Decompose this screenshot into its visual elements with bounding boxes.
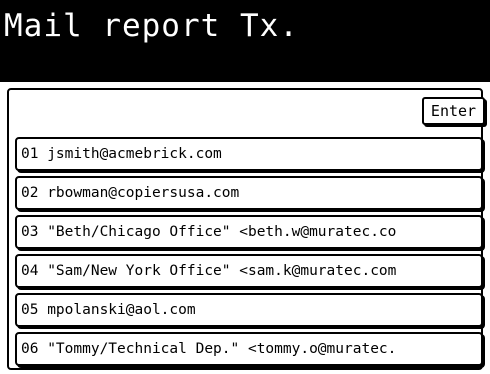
fax-lcd-screen: Mail report Tx. Enter 01 jsmith@acmebric… bbox=[0, 0, 490, 374]
address-entry-label: 02 rbowman@copiersusa.com bbox=[21, 185, 240, 201]
address-entry-04[interactable]: 04 "Sam/New York Office" <sam.k@muratec.… bbox=[15, 254, 483, 288]
enter-button[interactable]: Enter bbox=[422, 97, 485, 125]
address-entry-01[interactable]: 01 jsmith@acmebrick.com bbox=[15, 137, 483, 171]
screen-title: Mail report Tx. bbox=[4, 8, 299, 44]
title-bar: Mail report Tx. bbox=[0, 0, 490, 82]
address-entry-label: 04 "Sam/New York Office" <sam.k@muratec.… bbox=[21, 263, 397, 279]
address-entry-06[interactable]: 06 "Tommy/Technical Dep." <tommy.o@murat… bbox=[15, 332, 483, 366]
address-entry-label: 01 jsmith@acmebrick.com bbox=[21, 146, 222, 162]
address-entry-label: 06 "Tommy/Technical Dep." <tommy.o@murat… bbox=[21, 341, 397, 357]
address-entry-label: 03 "Beth/Chicago Office" <beth.w@muratec… bbox=[21, 224, 397, 240]
address-entry-05[interactable]: 05 mpolanski@aol.com bbox=[15, 293, 483, 327]
address-entry-02[interactable]: 02 rbowman@copiersusa.com bbox=[15, 176, 483, 210]
address-list: 01 jsmith@acmebrick.com 02 rbowman@copie… bbox=[15, 137, 485, 371]
address-entry-03[interactable]: 03 "Beth/Chicago Office" <beth.w@muratec… bbox=[15, 215, 483, 249]
address-entry-label: 05 mpolanski@aol.com bbox=[21, 302, 196, 318]
